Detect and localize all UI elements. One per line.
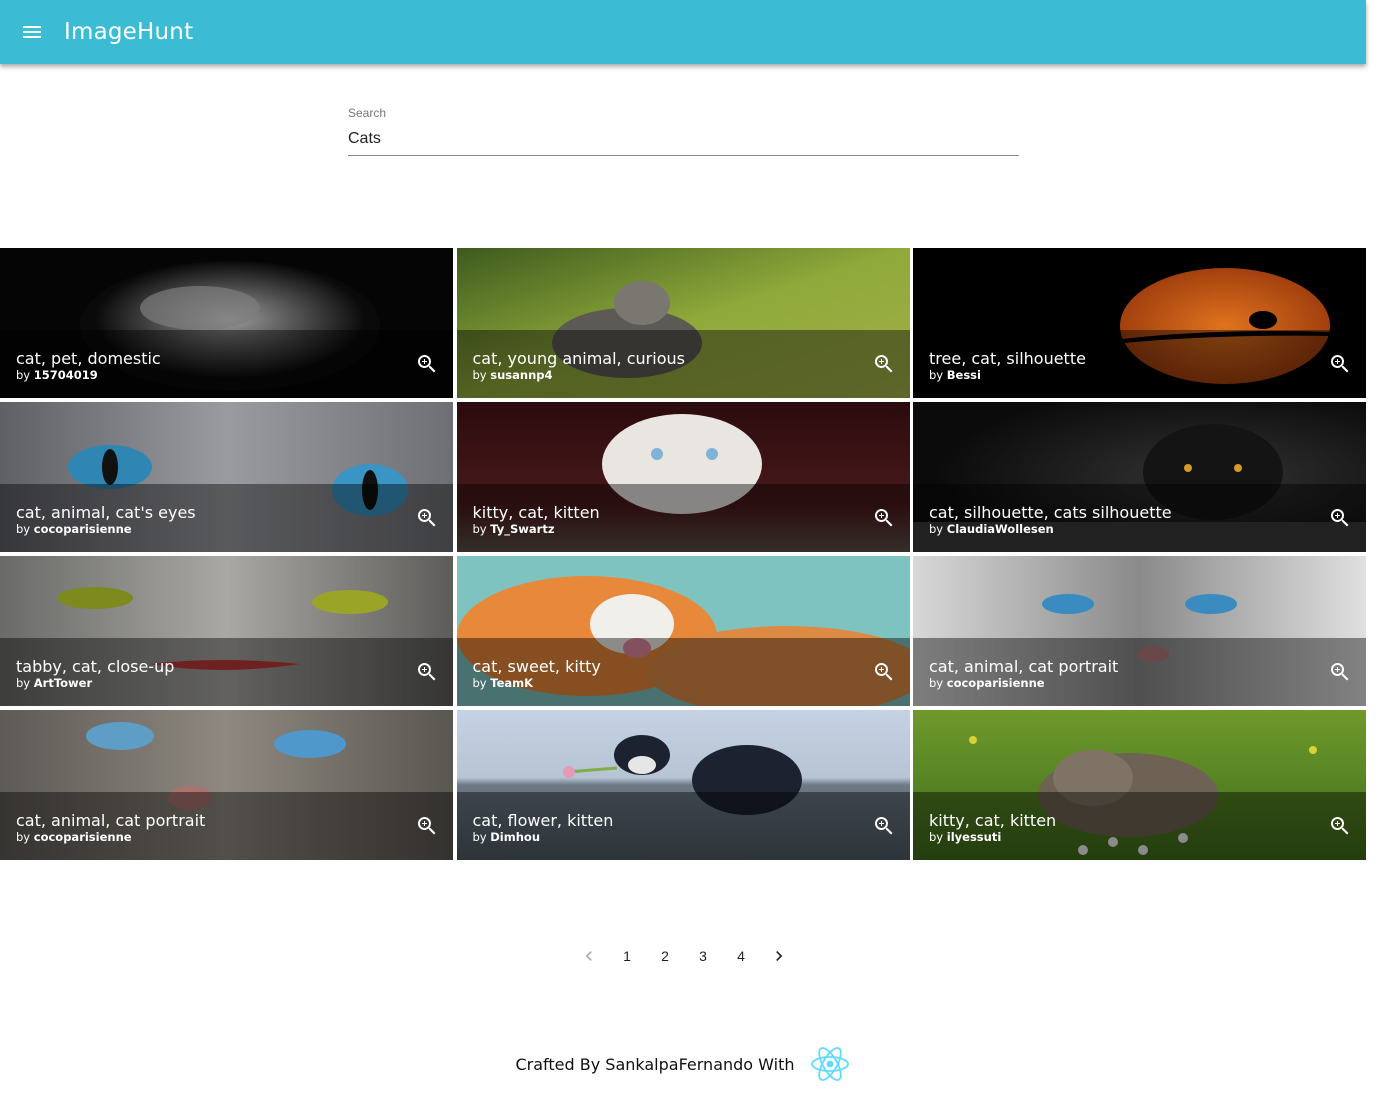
chevron-left-icon xyxy=(585,951,592,961)
tile-author: by ilyessuti xyxy=(929,830,1001,844)
next-page-button[interactable] xyxy=(760,940,798,972)
search-field: Search xyxy=(348,106,1019,156)
author-name: ilyessuti xyxy=(946,830,1002,844)
tile-author: by cocoparisienne xyxy=(929,676,1045,690)
author-name: 15704019 xyxy=(33,368,98,382)
tile-author: by cocoparisienne xyxy=(16,830,132,844)
tile-author: by TeamK xyxy=(473,676,534,690)
footer: Crafted By SankalpaFernando With xyxy=(0,1044,1366,1084)
page-button-2[interactable]: 2 xyxy=(646,940,684,972)
tile-tags: cat, animal, cat portrait xyxy=(929,657,1119,676)
author-name: Ty_Swartz xyxy=(490,522,555,536)
author-prefix: by xyxy=(16,522,31,536)
tile-tags: tree, cat, silhouette xyxy=(929,349,1086,368)
author-name: Dimhou xyxy=(490,830,541,844)
image-tile[interactable]: cat, silhouette, cats silhouette by Clau… xyxy=(913,402,1366,552)
image-tile[interactable]: cat, animal, cat portrait by cocoparisie… xyxy=(913,556,1366,706)
zoom-in-icon[interactable] xyxy=(415,506,439,530)
image-tile[interactable]: kitty, cat, kitten by ilyessuti xyxy=(913,710,1366,860)
page-button-1[interactable]: 1 xyxy=(608,940,646,972)
page-button-3[interactable]: 3 xyxy=(684,940,722,972)
author-name: Bessi xyxy=(946,368,981,382)
tile-author: by susannp4 xyxy=(473,368,553,382)
author-prefix: by xyxy=(929,522,944,536)
zoom-in-icon[interactable] xyxy=(415,814,439,838)
tile-tags: cat, flower, kitten xyxy=(472,811,614,830)
tile-author: by Dimhou xyxy=(473,830,541,844)
image-tile[interactable]: kitty, cat, kitten by Ty_Swartz xyxy=(456,402,910,552)
tile-author: by ClaudiaWollesen xyxy=(929,522,1054,536)
chevron-right-icon xyxy=(776,951,783,961)
tile-tags: cat, animal, cat's eyes xyxy=(16,503,196,522)
menu-icon xyxy=(23,26,41,38)
image-tile[interactable]: tabby, cat, close-up by ArtTower xyxy=(0,556,453,706)
search-label: Search xyxy=(348,106,387,120)
author-prefix: by xyxy=(16,830,31,844)
author-prefix: by xyxy=(16,368,31,382)
tile-author: by cocoparisienne xyxy=(16,522,132,536)
react-logo xyxy=(810,1047,849,1081)
author-name: susannp4 xyxy=(490,368,553,382)
tile-tags: kitty, cat, kitten xyxy=(929,811,1057,830)
tile-author: by Bessi xyxy=(929,368,981,382)
author-prefix: by xyxy=(929,676,944,690)
tile-author: by Ty_Swartz xyxy=(473,522,555,536)
app-bar: ImageHunt xyxy=(0,0,1366,64)
tile-author: by ArtTower xyxy=(16,676,92,690)
image-tile[interactable]: cat, sweet, kitty by TeamK xyxy=(456,556,910,706)
image-tile[interactable]: cat, flower, kitten by Dimhou xyxy=(456,710,910,860)
author-name: cocoparisienne xyxy=(33,522,132,536)
tile-tags: cat, animal, cat portrait xyxy=(16,811,206,830)
image-tile[interactable]: cat, pet, domestic by 15704019 xyxy=(0,248,453,398)
tile-tags: kitty, cat, kitten xyxy=(472,503,600,522)
author-prefix: by xyxy=(929,830,944,844)
image-tile[interactable]: cat, animal, cat's eyes by cocoparisienn… xyxy=(0,402,453,552)
author-name: TeamK xyxy=(490,676,534,690)
zoom-in-icon[interactable] xyxy=(872,814,896,838)
zoom-in-icon[interactable] xyxy=(1328,506,1352,530)
author-name: cocoparisienne xyxy=(33,830,132,844)
author-name: cocoparisienne xyxy=(946,676,1045,690)
author-name: ArtTower xyxy=(33,676,93,690)
footer-credit: Crafted By SankalpaFernando With xyxy=(515,1054,795,1074)
pagination: 1 2 3 4 xyxy=(570,940,798,972)
zoom-in-icon[interactable] xyxy=(415,352,439,376)
image-tile[interactable]: cat, animal, cat portrait by cocoparisie… xyxy=(0,710,453,860)
author-prefix: by xyxy=(472,368,487,382)
author-prefix: by xyxy=(472,830,487,844)
app-title: ImageHunt xyxy=(64,19,194,45)
tile-tags: cat, pet, domestic xyxy=(16,349,161,368)
author-prefix: by xyxy=(16,676,31,690)
zoom-in-icon[interactable] xyxy=(1328,814,1352,838)
author-prefix: by xyxy=(472,522,487,536)
menu-button[interactable] xyxy=(8,8,56,56)
tile-tags: cat, sweet, kitty xyxy=(472,657,601,676)
image-tile[interactable]: tree, cat, silhouette by Bessi xyxy=(913,248,1366,398)
page-button-4[interactable]: 4 xyxy=(722,940,760,972)
zoom-in-icon[interactable] xyxy=(1328,352,1352,376)
image-tile[interactable]: cat, young animal, curious by susannp4 xyxy=(456,248,910,398)
zoom-in-icon[interactable] xyxy=(872,506,896,530)
author-prefix: by xyxy=(472,676,487,690)
tile-tags: tabby, cat, close-up xyxy=(16,657,175,676)
zoom-in-icon[interactable] xyxy=(1328,660,1352,684)
prev-page-button[interactable] xyxy=(570,940,608,972)
tile-tags: cat, silhouette, cats silhouette xyxy=(929,503,1172,522)
zoom-in-icon[interactable] xyxy=(872,660,896,684)
tile-tags: cat, young animal, curious xyxy=(472,349,685,368)
author-name: ClaudiaWollesen xyxy=(946,522,1054,536)
image-grid: cat, pet, domestic by 15704019 cat, youn… xyxy=(0,248,1366,860)
zoom-in-icon[interactable] xyxy=(872,352,896,376)
tile-author: by 15704019 xyxy=(16,368,98,382)
zoom-in-icon[interactable] xyxy=(415,660,439,684)
search-input[interactable] xyxy=(348,126,1019,156)
author-prefix: by xyxy=(929,368,944,382)
